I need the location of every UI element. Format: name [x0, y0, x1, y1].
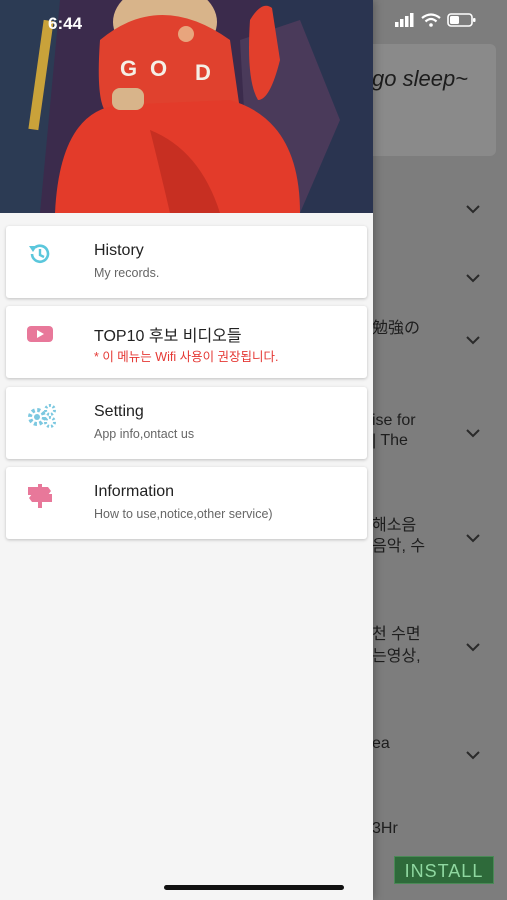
home-indicator: [164, 885, 344, 890]
chevron-down-icon: [462, 531, 484, 545]
background-row-text: 는영상,: [372, 648, 421, 665]
status-icons: [395, 12, 477, 32]
signpost-icon: [26, 481, 54, 509]
background-row-text: 3Hr: [372, 820, 398, 837]
svg-text:D: D: [195, 60, 211, 85]
background-row-text: 천 수면: [372, 626, 421, 643]
background-row-text: | The: [372, 432, 408, 449]
chevron-down-icon: [462, 202, 484, 216]
menu-item-information[interactable]: Information How to use,notice,other serv…: [6, 467, 367, 539]
battery-icon: [447, 12, 477, 32]
menu-item-subtitle: My records.: [94, 266, 160, 280]
menu-item-setting[interactable]: Setting App info,ontact us: [6, 387, 367, 459]
install-button[interactable]: INSTALL: [394, 856, 494, 884]
menu-item-top10-videos[interactable]: TOP10 후보 비디오들 * 이 메뉴는 Wifi 사용이 권장됩니다.: [6, 306, 367, 378]
gears-icon: [26, 401, 56, 429]
wifi-warning-text: * 이 메뉴는 Wifi 사용이 권장됩니다.: [94, 350, 279, 364]
svg-text:O: O: [150, 56, 167, 81]
menu-item-subtitle: App info,ontact us: [94, 427, 195, 441]
background-row-text: ise for: [372, 412, 416, 429]
navigation-drawer: G O D History My records. TOP10 후보 비디오들 …: [0, 0, 373, 900]
chevron-down-icon: [462, 426, 484, 440]
chevron-down-icon: [462, 748, 484, 762]
background-row-text: ea: [372, 735, 390, 752]
background-card-text: go sleep~: [372, 66, 469, 91]
signal-icon: [395, 12, 415, 32]
chevron-down-icon: [462, 271, 484, 285]
background-row-text: 해소음: [372, 517, 417, 534]
menu-item-title: Setting: [94, 403, 144, 420]
wifi-icon: [421, 12, 441, 32]
background-row-text: 勉強の: [372, 320, 421, 337]
youtube-icon: [26, 320, 54, 348]
chevron-down-icon: [462, 333, 484, 347]
menu-item-title: Information: [94, 483, 175, 500]
menu-item-subtitle: How to use,notice,other service): [94, 507, 273, 521]
chevron-down-icon: [462, 640, 484, 654]
menu-item-title: History: [94, 242, 144, 259]
history-icon: [26, 240, 54, 268]
status-time: 6:44: [48, 14, 83, 33]
svg-text:G: G: [120, 56, 137, 81]
menu-item-history[interactable]: History My records.: [6, 226, 367, 298]
menu-item-title: TOP10 후보 비디오들: [94, 328, 242, 345]
background-row-text: 음악, 수: [372, 538, 426, 555]
